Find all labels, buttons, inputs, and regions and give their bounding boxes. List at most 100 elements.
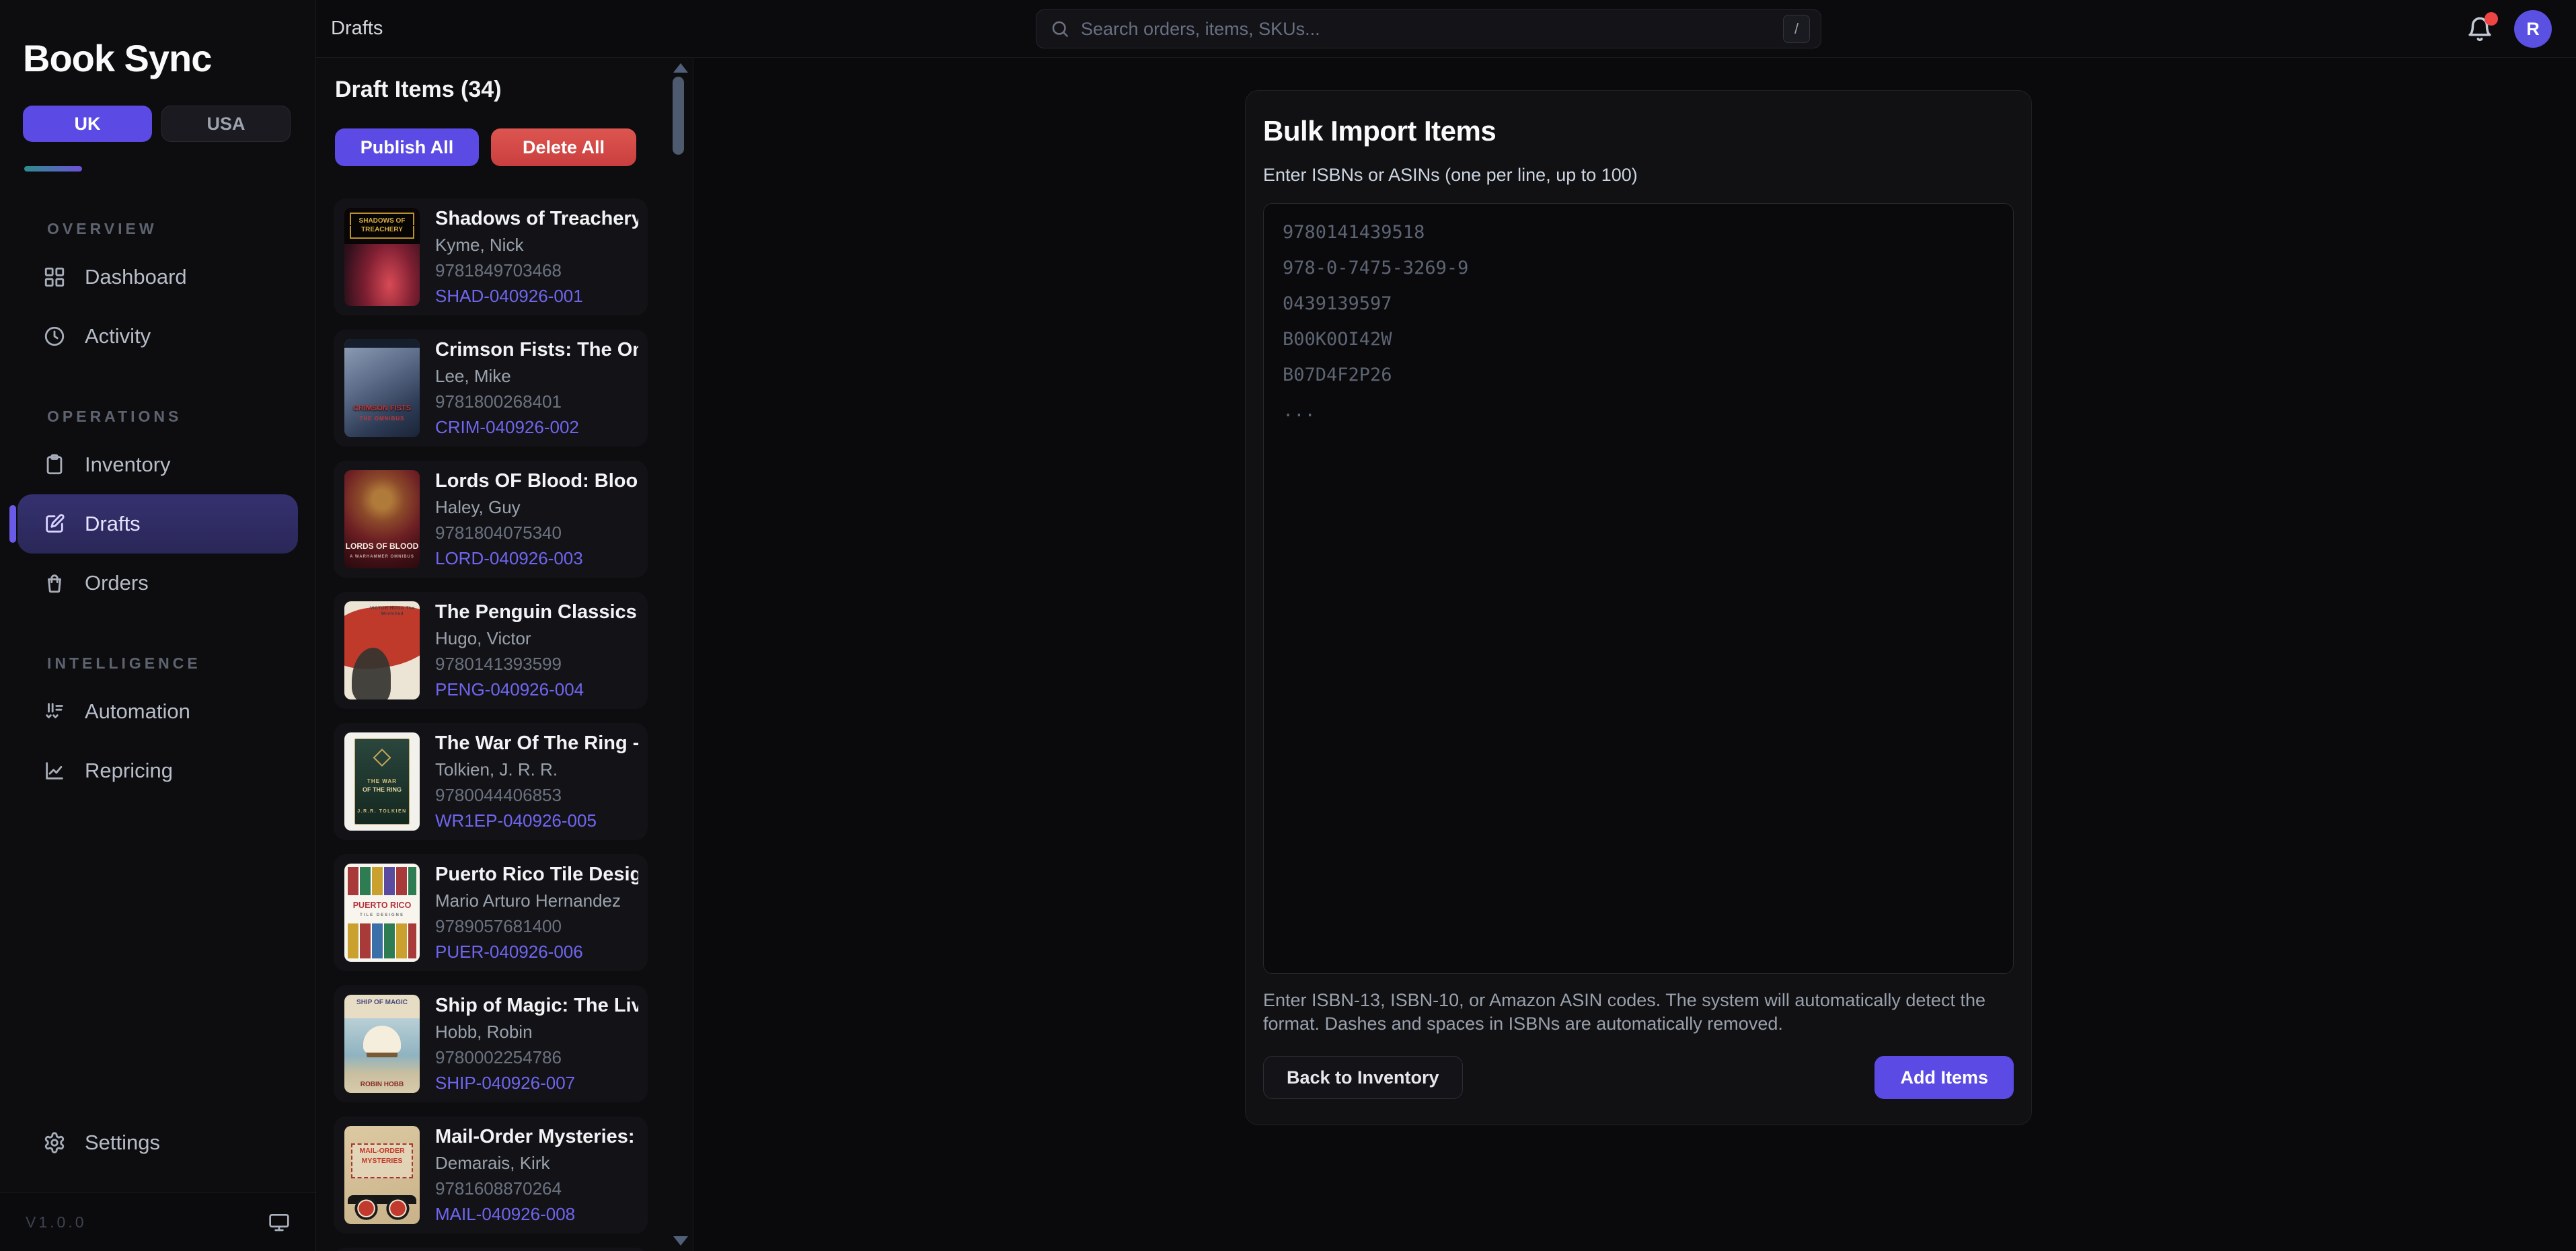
book-isbn: 9781804075340: [435, 523, 638, 543]
draft-item-card[interactable]: CRIMSON FISTSTHE OMNIBUS Crimson Fists: …: [334, 330, 648, 447]
clock-icon: [43, 325, 66, 348]
monitor-icon[interactable]: [268, 1211, 290, 1233]
book-isbn: 9789057681400: [435, 916, 638, 937]
book-info: Ship of Magic: The Live... Hobb, Robin 9…: [435, 995, 638, 1094]
book-isbn: 9780141393599: [435, 654, 638, 675]
sidebar-item-label: Dashboard: [85, 265, 187, 289]
book-author: Hugo, Victor: [435, 628, 638, 649]
region-usa-button[interactable]: USA: [161, 106, 291, 142]
sidebar-item-orders[interactable]: Orders: [17, 554, 298, 613]
book-cover: SHIP OF MAGICROBIN HOBB: [344, 995, 420, 1093]
book-isbn: 9780044406853: [435, 785, 638, 806]
book-isbn: 9780002254786: [435, 1047, 638, 1068]
draft-item-card[interactable]: SHIP OF MAGICROBIN HOBB Ship of Magic: T…: [334, 985, 648, 1102]
draft-item-card[interactable]: LORDS OF BLOODA WARHAMMER OMNIBUS Lords …: [334, 461, 648, 578]
bulk-import-card: Bulk Import Items Enter ISBNs or ASINs (…: [1245, 90, 2032, 1125]
sidebar-item-drafts[interactable]: Drafts: [17, 494, 298, 554]
notifications-button[interactable]: [2466, 15, 2494, 43]
book-author: Hobb, Robin: [435, 1022, 638, 1042]
delete-all-button[interactable]: Delete All: [491, 128, 636, 166]
book-info: Crimson Fists: The Om... Lee, Mike 97818…: [435, 339, 638, 438]
book-sku: PUER-040926-006: [435, 942, 638, 962]
book-title: Crimson Fists: The Om...: [435, 339, 638, 361]
sidebar-item-label: Orders: [85, 571, 149, 595]
draft-item-card[interactable]: VICTOR HUGO The Wretched The Penguin Cla…: [334, 592, 648, 709]
sidebar-item-settings[interactable]: Settings: [17, 1113, 298, 1172]
draft-item-card[interactable]: PUERTO RICOTILE DESIGNS Puerto Rico Tile…: [334, 854, 648, 971]
book-cover: SHADOWS OFTREACHERY: [344, 208, 420, 306]
gear-icon: [43, 1131, 66, 1154]
drafts-panel: Draft Items (34) Publish All Delete All …: [316, 58, 693, 1251]
book-cover: MAIL-ORDERMYSTERIES: [344, 1126, 420, 1224]
user-avatar[interactable]: R: [2514, 10, 2552, 48]
sidebar: Book Sync UK USA OVERVIEW Dashboard Acti…: [0, 0, 316, 1251]
sidebar-item-label: Repricing: [85, 759, 173, 783]
bulk-import-title: Bulk Import Items: [1263, 115, 2014, 147]
book-author: Tolkien, J. R. R.: [435, 759, 638, 780]
main-content: Bulk Import Items Enter ISBNs or ASINs (…: [694, 58, 2576, 1251]
book-title: Puerto Rico Tile Design...: [435, 864, 638, 886]
book-sku: MAIL-040926-008: [435, 1204, 638, 1225]
book-title: The Penguin Classics ...: [435, 601, 638, 623]
book-info: Shadows of Treachery ... Kyme, Nick 9781…: [435, 208, 638, 307]
book-sku: PENG-040926-004: [435, 679, 638, 700]
book-info: Mail-Order Mysteries: R... Demarais, Kir…: [435, 1126, 638, 1225]
search-shortcut-badge: /: [1783, 15, 1810, 43]
bulk-import-label: Enter ISBNs or ASINs (one per line, up t…: [1263, 165, 2014, 186]
book-isbn: 9781800268401: [435, 391, 638, 412]
sidebar-item-activity[interactable]: Activity: [17, 307, 298, 366]
search-placeholder: Search orders, items, SKUs...: [1081, 19, 1772, 40]
draft-item-card[interactable]: SHADOWS OFTREACHERY Shadows of Treachery…: [334, 198, 648, 315]
back-to-inventory-button[interactable]: Back to Inventory: [1263, 1056, 1463, 1099]
chart-icon: [43, 759, 66, 782]
app-root: Book Sync UK USA OVERVIEW Dashboard Acti…: [0, 0, 2576, 1251]
book-title: Mail-Order Mysteries: R...: [435, 1126, 638, 1148]
book-author: Kyme, Nick: [435, 235, 638, 256]
draft-item-card[interactable]: MAIL-ORDERMYSTERIES Mail-Order Mysteries…: [334, 1116, 648, 1234]
book-sku: WR1EP-040926-005: [435, 810, 638, 831]
panel-scrollbar: [671, 58, 689, 1251]
sidebar-item-label: Inventory: [85, 453, 171, 477]
draft-item-card[interactable]: THE WAROF THE RINGJ.R.R. TOLKIEN The War…: [334, 723, 648, 840]
sidebar-item-label: Activity: [85, 324, 151, 348]
book-cover: PUERTO RICOTILE DESIGNS: [344, 864, 420, 962]
automation-icon: [43, 700, 66, 723]
drafts-panel-title: Draft Items (34): [335, 77, 693, 103]
drafts-panel-actions: Publish All Delete All: [335, 128, 693, 166]
book-isbn: 9781608870264: [435, 1178, 638, 1199]
book-title: The War Of The Ring - ...: [435, 732, 638, 755]
search-input[interactable]: Search orders, items, SKUs... /: [1036, 9, 1821, 48]
sidebar-item-label: Automation: [85, 699, 190, 724]
book-info: Lords OF Blood: Blood ... Haley, Guy 978…: [435, 470, 638, 569]
sidebar-footer: V1.0.0: [0, 1192, 315, 1251]
scroll-down-arrow[interactable]: [673, 1236, 688, 1246]
edit-icon: [43, 513, 66, 535]
nav-section-operations: OPERATIONS: [47, 408, 315, 426]
scroll-up-arrow[interactable]: [673, 63, 688, 73]
region-toggle: UK USA: [23, 106, 293, 142]
book-info: Puerto Rico Tile Design... Mario Arturo …: [435, 864, 638, 962]
app-logo: Book Sync: [23, 36, 315, 80]
add-items-button[interactable]: Add Items: [1874, 1056, 2014, 1099]
sidebar-item-label: Drafts: [85, 512, 141, 536]
book-title: Lords OF Blood: Blood ...: [435, 470, 638, 492]
publish-all-button[interactable]: Publish All: [335, 128, 479, 166]
draft-items-list: SHADOWS OFTREACHERY Shadows of Treachery…: [334, 198, 693, 1251]
isbn-textarea[interactable]: 9780141439518 978-0-7475-3269-9 04391395…: [1263, 203, 2014, 974]
dashboard-icon: [43, 266, 66, 289]
topbar: Drafts Search orders, items, SKUs... / R: [316, 0, 2576, 58]
sidebar-item-automation[interactable]: Automation: [17, 682, 298, 741]
sidebar-item-repricing[interactable]: Repricing: [17, 741, 298, 800]
draft-item-card[interactable]: [334, 1248, 648, 1251]
book-cover: CRIMSON FISTSTHE OMNIBUS: [344, 339, 420, 437]
sidebar-item-inventory[interactable]: Inventory: [17, 435, 298, 494]
book-sku: LORD-040926-003: [435, 548, 638, 569]
book-sku: CRIM-040926-002: [435, 417, 638, 438]
clipboard-icon: [43, 453, 66, 476]
book-author: Haley, Guy: [435, 497, 638, 518]
book-author: Lee, Mike: [435, 366, 638, 387]
book-sku: SHAD-040926-001: [435, 286, 638, 307]
sidebar-item-dashboard[interactable]: Dashboard: [17, 248, 298, 307]
region-uk-button[interactable]: UK: [23, 106, 152, 142]
scrollbar-thumb[interactable]: [673, 77, 684, 155]
